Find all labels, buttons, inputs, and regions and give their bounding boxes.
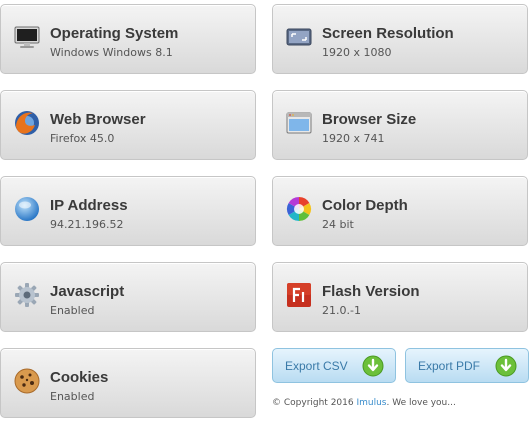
firefox-icon bbox=[15, 111, 39, 135]
export-pdf-button[interactable]: Export PDF bbox=[405, 348, 529, 383]
card-value: Enabled bbox=[50, 390, 95, 403]
card-title: Flash Version bbox=[322, 283, 420, 300]
flash-icon bbox=[287, 283, 311, 307]
color-wheel-icon bbox=[286, 197, 312, 221]
download-arrow-icon bbox=[495, 355, 517, 377]
cookie-icon bbox=[14, 368, 40, 394]
imulus-link[interactable]: Imulus bbox=[356, 398, 386, 408]
download-arrow-icon bbox=[362, 355, 384, 377]
export-pdf-label: Export PDF bbox=[418, 359, 481, 373]
card-value: 1920 x 741 bbox=[322, 132, 385, 145]
card-value: Firefox 45.0 bbox=[50, 132, 115, 145]
screen-resolution-icon bbox=[286, 28, 312, 46]
card-title: Screen Resolution bbox=[322, 25, 454, 42]
card-javascript: Javascript Enabled bbox=[0, 262, 256, 332]
export-csv-button[interactable]: Export CSV bbox=[272, 348, 396, 383]
card-value: 24 bit bbox=[322, 218, 354, 231]
export-csv-label: Export CSV bbox=[285, 359, 348, 373]
card-value: 21.0.-1 bbox=[322, 304, 361, 317]
card-title: Browser Size bbox=[322, 111, 417, 128]
card-value: 94.21.196.52 bbox=[50, 218, 124, 231]
card-value: Windows Windows 8.1 bbox=[50, 46, 173, 59]
card-web-browser: Web Browser Firefox 45.0 bbox=[0, 90, 256, 160]
footer-tagline: . We love you... bbox=[386, 398, 456, 408]
card-value: Enabled bbox=[50, 304, 95, 317]
card-ip-address: IP Address 94.21.196.52 bbox=[0, 176, 256, 246]
card-operating-system: Operating System Windows Windows 8.1 bbox=[0, 4, 256, 74]
card-browser-size: Browser Size 1920 x 741 bbox=[272, 90, 528, 160]
copyright-text: © Copyright 2016 bbox=[272, 398, 357, 408]
monitor-icon bbox=[14, 26, 40, 48]
card-screen-resolution: Screen Resolution 1920 x 1080 bbox=[272, 4, 528, 74]
card-flash-version: Flash Version 21.0.-1 bbox=[272, 262, 528, 332]
browser-window-icon bbox=[286, 112, 312, 134]
globe-icon bbox=[15, 197, 39, 221]
card-value: 1920 x 1080 bbox=[322, 46, 392, 59]
card-color-depth: Color Depth 24 bit bbox=[272, 176, 528, 246]
card-title: IP Address bbox=[50, 197, 128, 214]
footer: © Copyright 2016 Imulus. We love you... bbox=[272, 398, 456, 408]
card-cookies: Cookies Enabled bbox=[0, 348, 256, 418]
card-title: Cookies bbox=[50, 369, 109, 386]
card-title: Color Depth bbox=[322, 197, 408, 214]
card-title: Operating System bbox=[50, 25, 179, 42]
card-title: Web Browser bbox=[50, 111, 146, 128]
gear-icon bbox=[15, 283, 39, 307]
card-title: Javascript bbox=[50, 283, 125, 300]
